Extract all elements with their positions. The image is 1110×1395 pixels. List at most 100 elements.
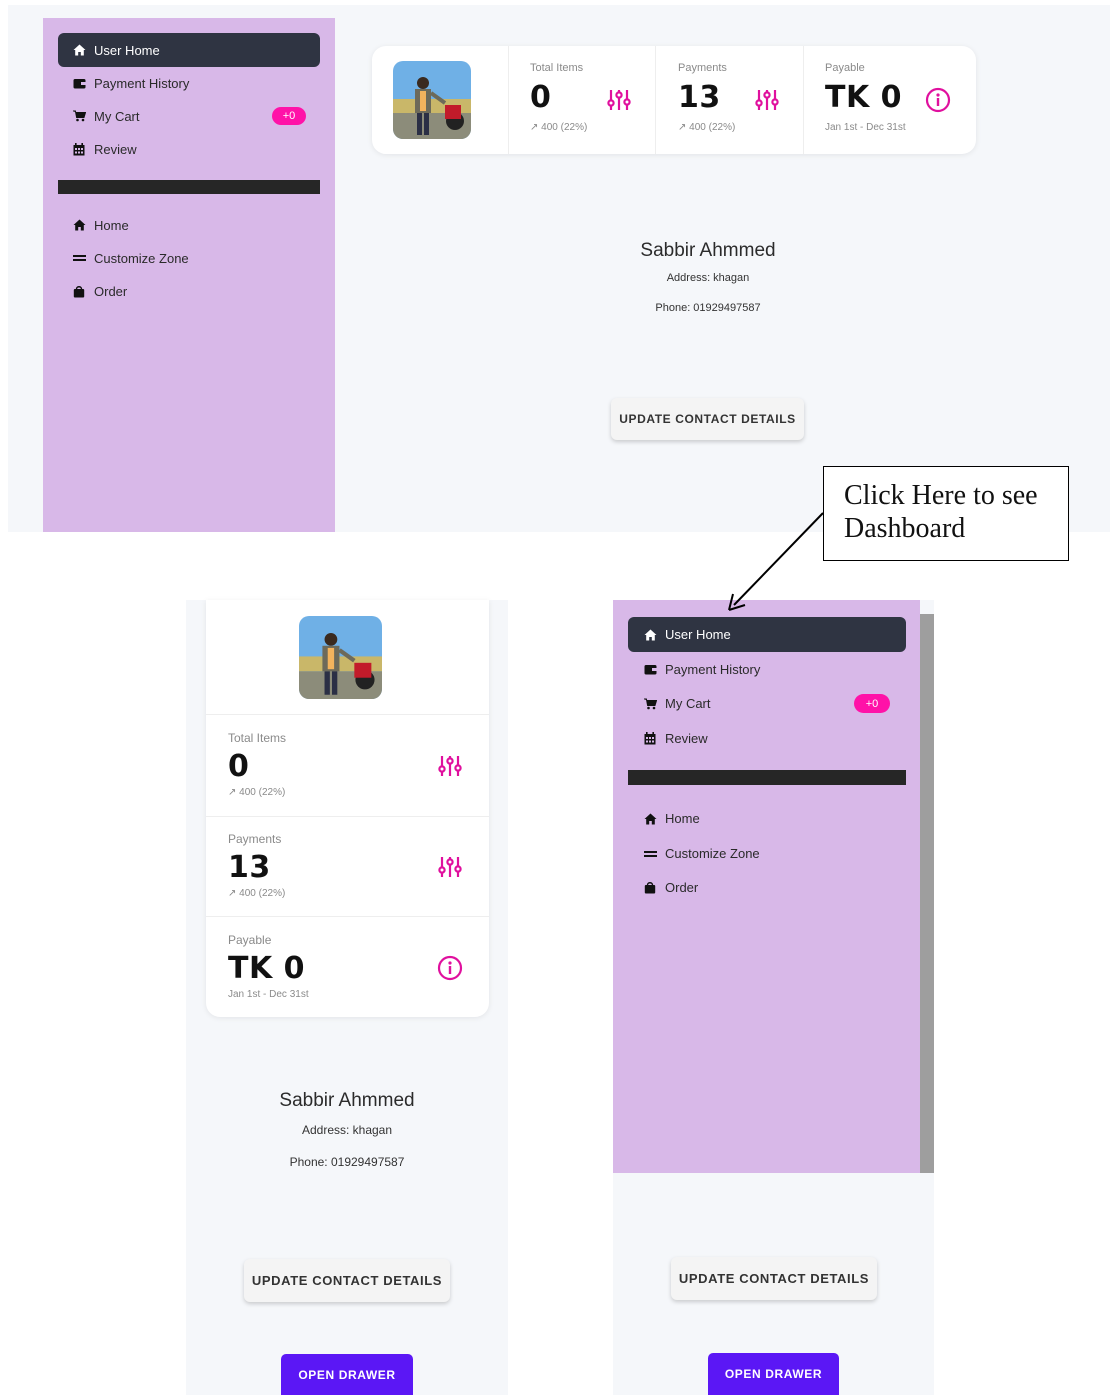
- wallet-icon: [72, 76, 86, 90]
- sidebar-item-customize-zone[interactable]: Customize Zone: [643, 836, 760, 871]
- profile-name: Sabbir Ahmmed: [279, 1090, 415, 1111]
- sidebar-item-review[interactable]: Review: [643, 721, 708, 756]
- sliders-icon[interactable]: [437, 854, 463, 880]
- sidebar-item-my-cart[interactable]: My Cart: [643, 686, 711, 721]
- sidebar-item-label: Review: [94, 141, 137, 157]
- annotation-line-2: Dashboard: [844, 513, 966, 544]
- open-drawer-button[interactable]: OPEN DRAWER: [281, 1354, 413, 1395]
- sidebar-item-customize-zone[interactable]: Customize Zone: [72, 241, 189, 275]
- sidebar-drawer: User Home Payment History My Cart +0 Rev…: [613, 600, 920, 1173]
- stat-label: Payments: [228, 832, 282, 846]
- stat-sub: ↗ 400 (22%): [678, 122, 736, 133]
- profile-phone: Phone: 01929497587: [655, 302, 761, 314]
- stat-payable: Payable TK 0 Jan 1st - Dec 31st: [228, 916, 478, 1016]
- update-contact-button[interactable]: UPDATE CONTACT DETAILS: [671, 1257, 877, 1300]
- bag-icon: [72, 284, 86, 298]
- equals-icon: [643, 847, 657, 861]
- sidebar-item-my-cart[interactable]: My Cart: [72, 99, 140, 133]
- stat-sub: ↗ 400 (22%): [228, 888, 286, 899]
- info-icon[interactable]: [437, 955, 463, 981]
- equals-icon: [72, 251, 86, 265]
- sidebar-item-label: My Cart: [665, 696, 711, 711]
- sidebar-item-order[interactable]: Order: [643, 870, 698, 905]
- stat-payments: Payments 13 ↗ 400 (22%): [228, 816, 478, 916]
- sidebar-divider: [628, 770, 906, 785]
- cart-count-badge: +0: [272, 107, 306, 125]
- sidebar-item-user-home[interactable]: User Home: [58, 33, 320, 67]
- stats-card: Total Items 0 ↗ 400 (22%) Payments 13 ↗ …: [206, 600, 489, 1017]
- stat-label: Payments: [678, 62, 727, 74]
- stat-label: Payable: [228, 933, 272, 947]
- bag-icon: [643, 881, 657, 895]
- cart-icon: [643, 697, 657, 711]
- stat-value: 0: [530, 80, 552, 115]
- stat-label: Payable: [825, 62, 865, 74]
- sidebar-item-label: Order: [94, 283, 128, 299]
- home-icon: [643, 628, 657, 642]
- stat-payments: Payments 13 ↗ 400 (22%): [678, 46, 798, 154]
- stats-card: Total Items 0 ↗ 400 (22%) Payments 13 ↗ …: [372, 46, 976, 154]
- annotation-line-1: Click Here to see: [844, 480, 1038, 511]
- sidebar-item-label: Customize Zone: [665, 846, 760, 861]
- open-drawer-button[interactable]: OPEN DRAWER: [708, 1353, 839, 1395]
- stat-total-items: Total Items 0 ↗ 400 (22%): [228, 714, 478, 814]
- sidebar-item-payment-history[interactable]: Payment History: [72, 66, 189, 100]
- sidebar-item-review[interactable]: Review: [72, 132, 137, 166]
- sliders-icon[interactable]: [437, 753, 463, 779]
- update-contact-button[interactable]: UPDATE CONTACT DETAILS: [611, 398, 804, 440]
- profile-name: Sabbir Ahmmed: [640, 240, 776, 261]
- stat-sub: Jan 1st - Dec 31st: [228, 989, 309, 1000]
- sidebar-item-order[interactable]: Order: [72, 274, 127, 308]
- sidebar-item-payment-history[interactable]: Payment History: [643, 652, 760, 687]
- sidebar-item-label: Payment History: [94, 75, 190, 91]
- sidebar-item-label: My Cart: [94, 108, 140, 124]
- stat-payable: Payable TK 0 Jan 1st - Dec 31st: [825, 46, 965, 154]
- sidebar-item-label: Home: [665, 811, 700, 826]
- divider: [803, 46, 804, 154]
- profile-phone: Phone: 01929497587: [289, 1155, 405, 1169]
- profile-address: Address: khagan: [666, 272, 750, 284]
- sidebar-item-label: Order: [665, 880, 699, 895]
- cart-count-badge: +0: [854, 694, 890, 713]
- divider: [655, 46, 656, 154]
- sidebar-item-label: Home: [94, 217, 129, 233]
- sliders-icon[interactable]: [754, 87, 780, 113]
- home-icon: [72, 43, 86, 57]
- stat-value: 13: [678, 80, 721, 115]
- sidebar-item-home[interactable]: Home: [643, 801, 700, 836]
- stat-sub: ↗ 400 (22%): [530, 122, 588, 133]
- sidebar-item-label: Payment History: [665, 662, 761, 677]
- mobile-screenshot-dashboard: Total Items 0 ↗ 400 (22%) Payments 13 ↗ …: [186, 600, 508, 1395]
- info-icon[interactable]: [925, 87, 951, 113]
- mobile-screenshot-drawer: User Home Payment History My Cart +0 Rev…: [613, 600, 934, 1395]
- stat-sub: ↗ 400 (22%): [228, 787, 286, 798]
- avatar: [299, 616, 382, 699]
- home-icon: [72, 218, 86, 232]
- desktop-screenshot: User Home Payment History My Cart +0 Rev…: [8, 5, 1110, 532]
- annotation-callout: Click Here to see Dashboard: [823, 466, 1069, 561]
- profile-address: Address: khagan: [301, 1123, 393, 1137]
- sidebar-item-home[interactable]: Home: [72, 208, 129, 242]
- stat-value: TK 0: [825, 80, 903, 115]
- sidebar-item-user-home[interactable]: User Home: [628, 617, 906, 652]
- scrollbar[interactable]: [920, 614, 934, 1173]
- calendar-icon: [643, 732, 657, 746]
- cart-icon: [72, 109, 86, 123]
- sidebar-item-label: User Home: [665, 627, 731, 642]
- update-contact-button[interactable]: UPDATE CONTACT DETAILS: [244, 1259, 450, 1302]
- divider: [508, 46, 509, 154]
- stat-value: 13: [228, 850, 271, 885]
- sidebar-divider: [58, 180, 320, 194]
- stat-value: 0: [228, 749, 250, 784]
- avatar: [393, 61, 471, 139]
- calendar-icon: [72, 142, 86, 156]
- stat-label: Total Items: [530, 62, 584, 74]
- sidebar-item-label: Review: [665, 731, 708, 746]
- stat-sub: Jan 1st - Dec 31st: [825, 122, 906, 133]
- stat-total-items: Total Items 0 ↗ 400 (22%): [530, 46, 650, 154]
- sidebar-item-label: Customize Zone: [94, 250, 189, 266]
- wallet-icon: [643, 663, 657, 677]
- sliders-icon[interactable]: [606, 87, 632, 113]
- stat-label: Total Items: [228, 731, 287, 745]
- sidebar-item-label: User Home: [94, 42, 160, 58]
